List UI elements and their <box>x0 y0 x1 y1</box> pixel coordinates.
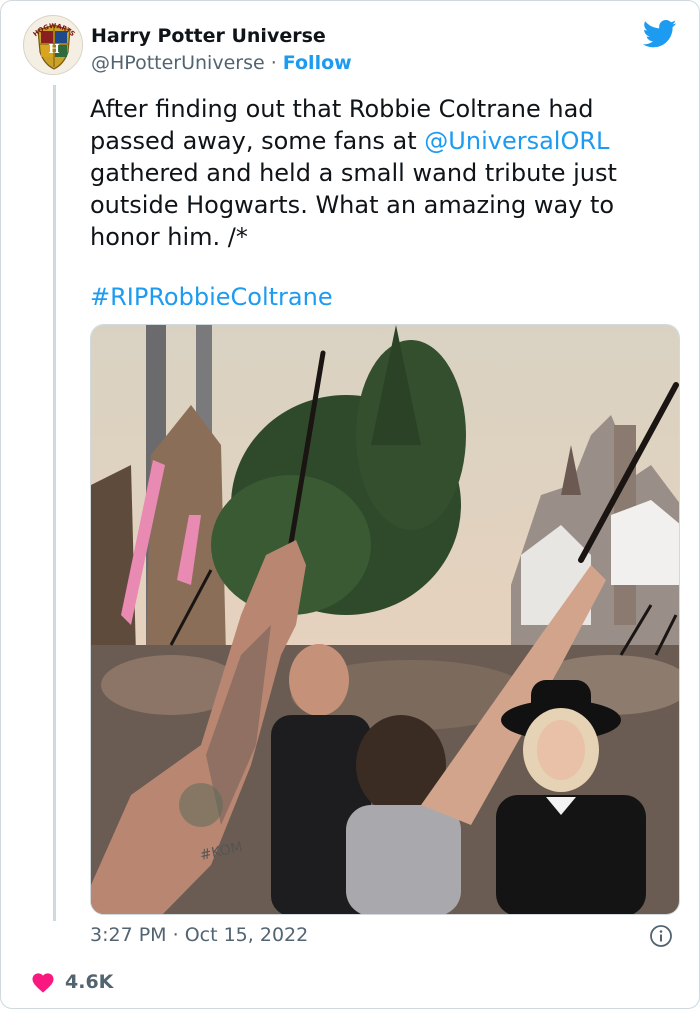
meta-separator: · <box>172 924 179 946</box>
author-handle-line: @HPotterUniverse · Follow <box>91 52 352 74</box>
follow-button[interactable]: Follow <box>283 52 352 74</box>
tweet-card: H HOGWARTS Harry Potter Universe @HPotte… <box>0 0 700 1009</box>
tweet-photo[interactable]: #KOM <box>90 324 680 915</box>
heart-icon <box>32 973 54 993</box>
photo-wand-tribute: #KOM <box>91 325 679 914</box>
hashtag-link[interactable]: #RIPRobbieColtrane <box>90 281 333 313</box>
thread-line <box>53 85 56 921</box>
like-count: 4.6K <box>65 971 114 993</box>
tweet-timestamp[interactable]: 3:27 PM · Oct 15, 2022 <box>90 924 308 946</box>
tweet-text: After finding out that Robbie Coltrane h… <box>90 93 680 253</box>
author-handle[interactable]: @HPotterUniverse <box>91 52 265 74</box>
like-button[interactable]: 4.6K <box>31 971 113 993</box>
svg-text:H: H <box>48 42 59 56</box>
author-name[interactable]: Harry Potter Universe <box>91 25 326 47</box>
tweet-date: Oct 15, 2022 <box>184 924 309 946</box>
twitter-bird-icon[interactable] <box>643 19 677 49</box>
mention-link[interactable]: @UniversalORL <box>424 127 609 155</box>
separator-dot: · <box>270 52 277 74</box>
tweet-time: 3:27 PM <box>90 924 167 946</box>
hogwarts-crest-icon[interactable]: H HOGWARTS <box>23 15 83 75</box>
info-icon[interactable] <box>649 924 673 948</box>
